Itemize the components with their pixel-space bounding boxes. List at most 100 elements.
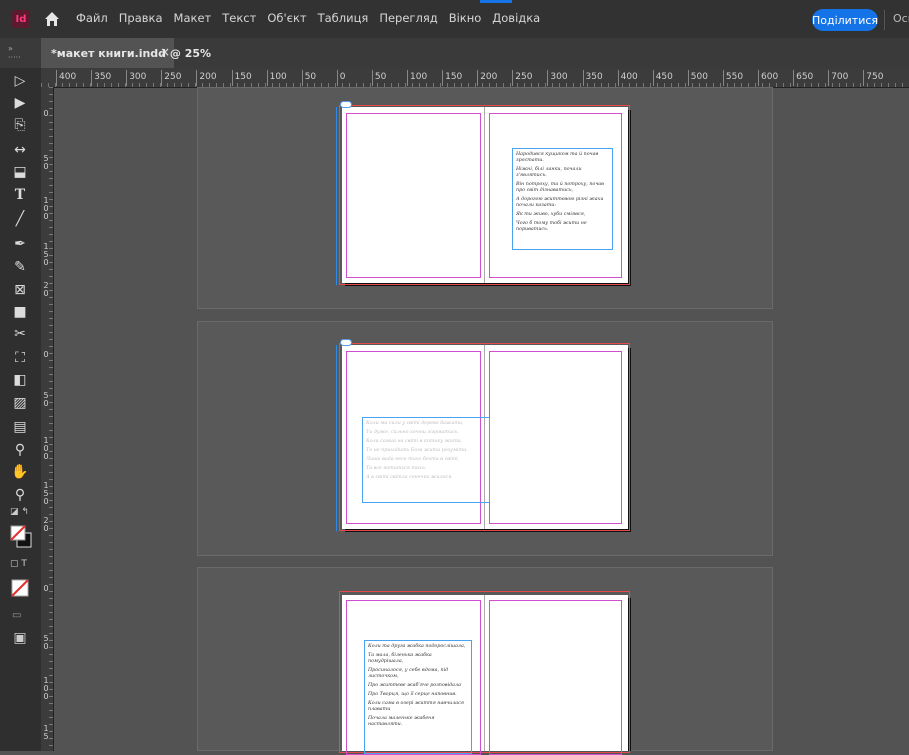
menu-edit[interactable]: Правка	[119, 11, 163, 25]
pen-tool-icon[interactable]: ✒	[11, 235, 29, 253]
formatting-affects-icon[interactable]: ▢ T	[10, 559, 36, 571]
workspace-switcher[interactable]: Осн	[893, 12, 909, 25]
indesign-logo-icon[interactable]: Id	[12, 10, 30, 28]
screen-mode-icon[interactable]: ▣	[11, 630, 29, 648]
zoom-tool-icon[interactable]: ⚲	[11, 486, 29, 504]
ruler-tick	[512, 70, 514, 86]
ruler-minor-tick	[49, 465, 53, 466]
vertical-ruler[interactable]: 050100150200501001502005010015	[41, 87, 54, 751]
ruler-minor-tick	[49, 115, 53, 116]
rectangle-frame-tool-icon[interactable]: ⊠	[11, 281, 29, 299]
ruler-minor-tick	[49, 591, 53, 592]
view-mode-icon[interactable]: ▭	[12, 610, 28, 622]
fill-stroke-swatch-icon[interactable]	[9, 523, 33, 549]
scissors-tool-icon[interactable]: ✂	[11, 325, 29, 343]
ruler-minor-tick	[49, 563, 53, 564]
ruler-tick	[231, 70, 233, 86]
spread-1-right-text-frame[interactable]: Народився кущиком та й почав зростати. Н…	[512, 148, 613, 250]
menu-view[interactable]: Перегляд	[379, 11, 437, 25]
text-line: Лише вода несе тихо бегти в світі,	[366, 457, 460, 462]
menu-table[interactable]: Таблиця	[318, 11, 369, 25]
ruler-minor-tick	[49, 108, 53, 109]
ruler-minor-tick	[49, 626, 53, 627]
ruler-minor-tick	[69, 83, 70, 87]
ruler-minor-tick	[49, 444, 53, 445]
ruler-tick	[91, 70, 93, 86]
ruler-minor-tick	[49, 647, 53, 648]
ruler-tick-label: 200	[480, 72, 498, 82]
gap-tool-icon[interactable]: ↔	[11, 141, 29, 159]
text-line: Та все котиться тихо,	[366, 466, 427, 471]
page-tool-icon[interactable]: ⎘	[11, 116, 29, 134]
ruler-minor-tick	[55, 83, 56, 87]
gradient-swatch-tool-icon[interactable]: ◧	[11, 371, 29, 389]
home-icon[interactable]	[43, 10, 61, 28]
menu-type[interactable]: Текст	[222, 11, 256, 25]
ruler-minor-tick	[49, 304, 53, 305]
hand-tool-icon[interactable]: ✋	[11, 463, 29, 481]
gradient-feather-tool-icon[interactable]: ▨	[11, 394, 29, 412]
ruler-minor-tick	[49, 696, 53, 697]
menu-layout[interactable]: Макет	[174, 11, 212, 25]
ruler-minor-tick	[49, 353, 53, 354]
share-button[interactable]: Поділитися	[812, 9, 878, 31]
spread-2-left-text-frame[interactable]: Коли ми сили у світі дерево бажати, Ти д…	[362, 417, 490, 503]
ruler-minor-tick	[49, 661, 53, 662]
direct-selection-tool-icon[interactable]: ▶	[11, 94, 29, 112]
ruler-minor-tick	[49, 367, 53, 368]
spread-1-link-icon[interactable]	[340, 101, 352, 108]
ruler-minor-tick	[839, 83, 840, 87]
ruler-minor-tick	[49, 360, 53, 361]
spread-3-spine	[484, 595, 485, 751]
spread-3-left-text-frame[interactable]: Коли та друга жабка подорослішала, Та ма…	[364, 640, 472, 754]
content-collector-tool-icon[interactable]: ⬓	[11, 163, 29, 181]
apply-none-icon[interactable]	[11, 579, 29, 597]
document-tab-title[interactable]: *макет книги.indd @ 25%	[51, 47, 211, 60]
ruler-minor-tick	[49, 87, 53, 88]
swap-colors-icon[interactable]: ◪ ↰	[10, 507, 34, 519]
menu-file[interactable]: Файл	[76, 11, 108, 25]
menu-divider	[884, 10, 885, 30]
pencil-tool-icon[interactable]: ✎	[11, 258, 29, 276]
ruler-tick	[161, 70, 163, 86]
ruler-tick	[828, 70, 830, 86]
close-tab-icon[interactable]: ×	[160, 45, 170, 59]
ruler-minor-tick	[49, 500, 53, 501]
ruler-minor-tick	[49, 227, 53, 228]
eyedropper-tool-icon[interactable]: ⚲	[11, 441, 29, 459]
rectangle-tool-icon[interactable]: ■	[11, 303, 29, 321]
ruler-minor-tick	[49, 122, 53, 123]
text-line: Ти дуже, сильно хочеш зігріватись.	[366, 430, 459, 435]
text-line: Про життєве жаб'яче розповідала	[368, 683, 461, 688]
ruler-minor-tick	[160, 83, 161, 87]
ruler-tick-label: 50	[43, 634, 49, 651]
horizontal-ruler[interactable]: 400 350 300 250 200 150 100 50 0 50 100 150 200 250 30…	[41, 68, 909, 88]
ruler-minor-tick	[49, 255, 53, 256]
spread-2-link-icon[interactable]	[340, 339, 352, 346]
menu-object[interactable]: Об'єкт	[267, 11, 306, 25]
ruler-minor-tick	[49, 493, 53, 494]
ruler-minor-tick	[797, 83, 798, 87]
free-transform-tool-icon[interactable]: ⛶	[11, 349, 29, 367]
selection-tool-icon[interactable]: ▷	[11, 72, 29, 90]
text-line: Ніжні, білі ланки, почали з'являтись.	[516, 167, 582, 178]
ruler-minor-tick	[125, 83, 126, 87]
type-tool-icon[interactable]: T	[11, 186, 29, 204]
line-tool-icon[interactable]: ╱	[11, 210, 29, 228]
text-line: Як ти живо, хуби сміявся,	[516, 212, 586, 217]
spread-2-right-margin	[489, 351, 622, 524]
text-line: Коли сама в озері життя навчилася плават…	[368, 701, 464, 712]
text-line: Чого б тому тобі жити не пориватись.	[516, 221, 587, 232]
ruler-minor-tick	[49, 199, 53, 200]
ruler-tick-label: 250	[164, 72, 182, 82]
collapse-panel-icon[interactable]: » ·····	[8, 44, 21, 62]
note-tool-icon[interactable]: ▤	[11, 418, 29, 436]
menu-help[interactable]: Довідка	[492, 11, 540, 25]
ruler-tick-label: 0	[339, 72, 346, 82]
ruler-minor-tick	[49, 570, 53, 571]
menu-window[interactable]: Вікно	[449, 11, 482, 25]
ruler-tick-label: 200	[199, 72, 217, 82]
ruler-minor-tick	[881, 83, 882, 87]
ruler-tick	[863, 70, 865, 86]
ruler-minor-tick	[49, 269, 53, 270]
